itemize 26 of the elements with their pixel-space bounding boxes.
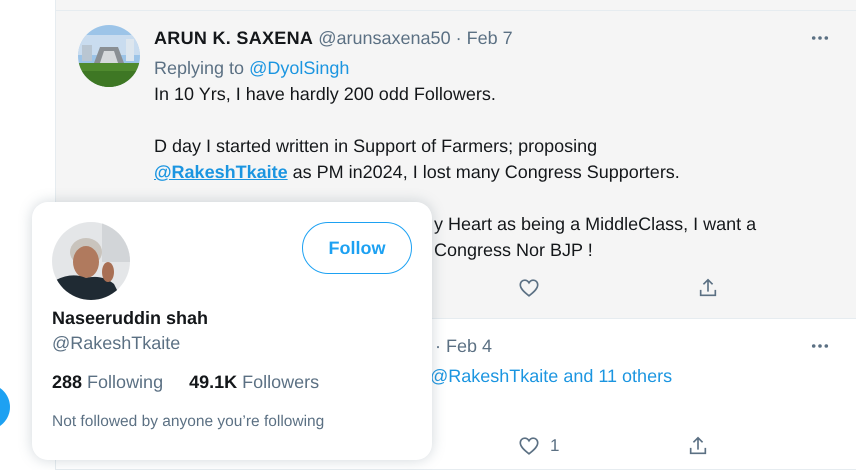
reply-mention-link[interactable]: @DyolSingh <box>249 55 350 81</box>
like-count: 1 <box>550 436 560 456</box>
tweet-text: Congress Nor BJP ! <box>434 239 594 262</box>
replying-label: Replying to <box>154 57 244 80</box>
tweet-text: In 10 Yrs, I have hardly 200 odd Followers. <box>154 83 497 106</box>
mention-link[interactable]: @RakeshTkaite <box>154 162 288 182</box>
heart-icon[interactable] <box>518 277 540 299</box>
author-name[interactable]: ARUN K. SAXENA <box>154 28 314 48</box>
following-link[interactable]: 288 Following <box>52 372 164 393</box>
separator-dot: · <box>456 28 462 48</box>
more-icon[interactable] <box>811 344 829 348</box>
follow-button[interactable]: Follow <box>302 222 412 274</box>
reply-mention-link[interactable]: @RakeshTkaite and 11 others <box>430 363 672 389</box>
tweet-text: y Heart as being a MiddleClass, I want a <box>434 213 758 236</box>
separator-dot: · <box>435 336 441 356</box>
more-icon[interactable] <box>811 36 829 40</box>
tweet-date[interactable]: Feb 4 <box>446 336 492 356</box>
tweet-date[interactable]: Feb 7 <box>466 28 513 48</box>
profile-handle[interactable]: @RakeshTkaite <box>52 333 412 354</box>
tweet-text: D day I started written in Support of Farmers; proposing @RakeshTkaite as PM in2024, I lost many Congress Supporters. <box>154 135 681 184</box>
share-icon[interactable] <box>697 277 719 299</box>
followers-link[interactable]: 49.1K Followers <box>189 372 320 393</box>
followers-note: Not followed by anyone you’re following <box>52 413 326 431</box>
profile-name[interactable]: Naseeruddin shah <box>52 308 412 329</box>
heart-icon[interactable] <box>518 435 540 457</box>
author-handle[interactable]: @arunsaxena50 <box>318 28 451 48</box>
